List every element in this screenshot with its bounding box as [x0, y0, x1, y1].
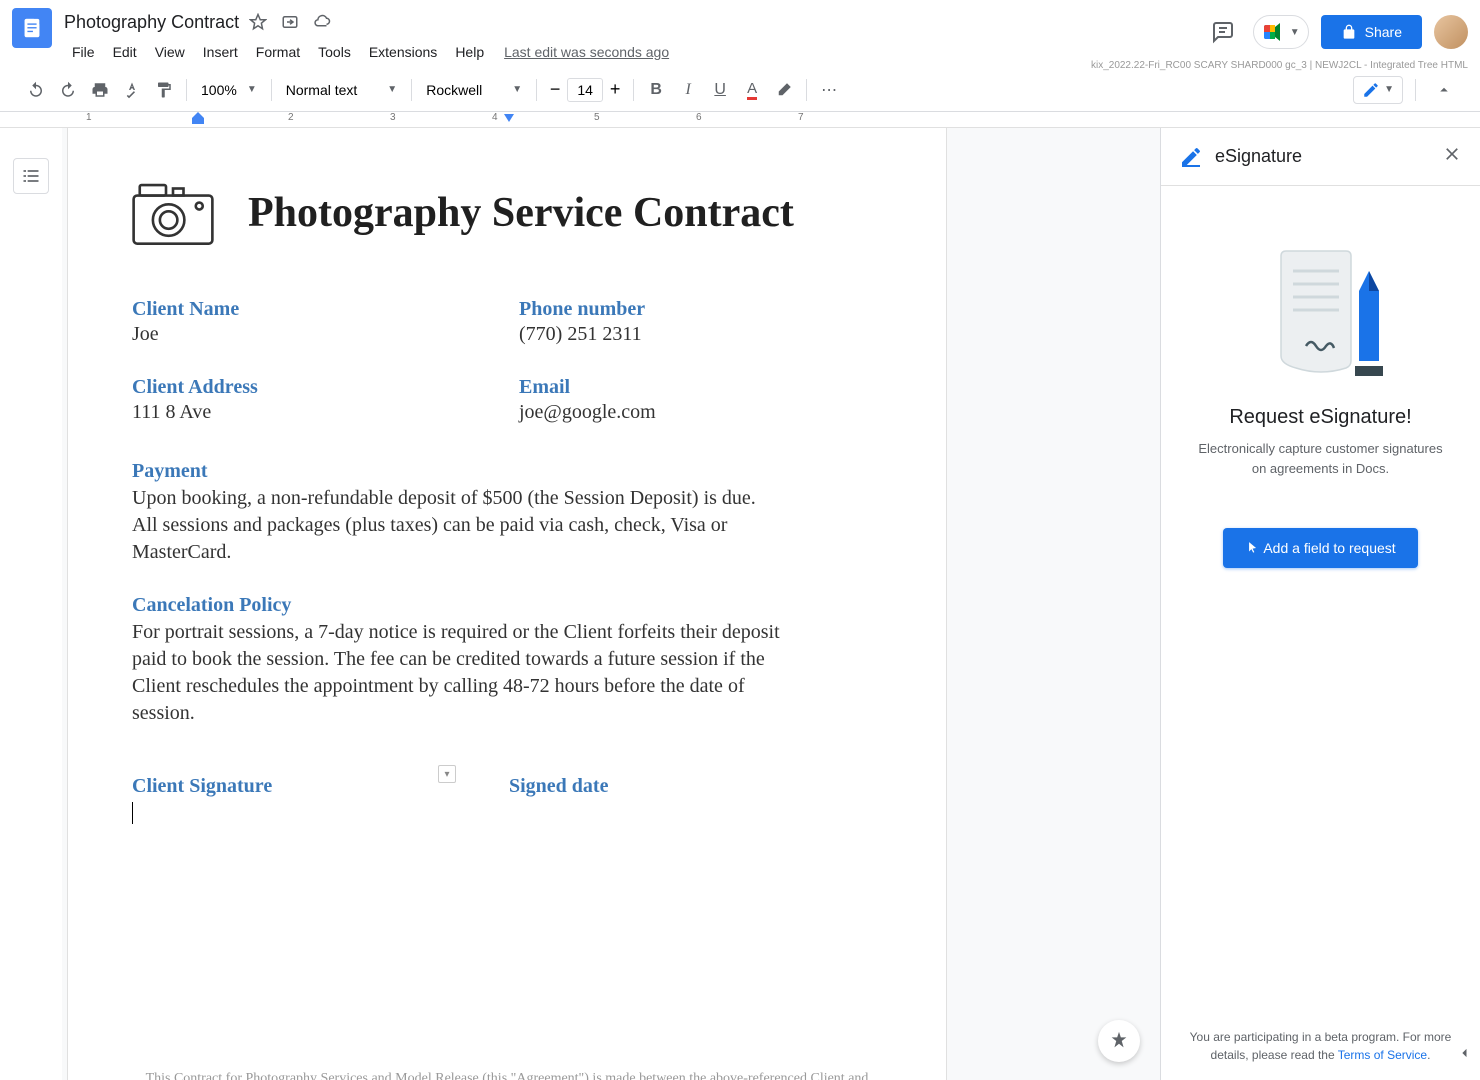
menu-bar: File Edit View Insert Format Tools Exten…: [64, 40, 1205, 64]
toolbar: 100%▼ Normal text▼ Rockwell▼ − + B I U A…: [0, 68, 1480, 112]
text-cursor: [132, 802, 133, 824]
menu-file[interactable]: File: [64, 40, 103, 64]
close-icon[interactable]: [1442, 144, 1462, 169]
client-name-label: Client Name: [132, 298, 499, 321]
panel-footer: You are participating in a beta program.…: [1161, 1012, 1480, 1080]
indent-marker-icon[interactable]: [192, 112, 204, 126]
cloud-icon[interactable]: [313, 13, 331, 31]
panel-title: eSignature: [1215, 146, 1430, 167]
chevron-down-icon: ▼: [247, 84, 257, 95]
move-icon[interactable]: [281, 13, 299, 31]
terms-link[interactable]: Terms of Service: [1338, 1048, 1427, 1062]
menu-extensions[interactable]: Extensions: [361, 40, 445, 64]
highlight-button[interactable]: [769, 75, 799, 105]
cancelation-label: Cancelation Policy: [132, 594, 886, 617]
decrease-font-button[interactable]: −: [543, 78, 567, 102]
smart-chip-dropdown[interactable]: ▾: [438, 765, 456, 783]
esignature-panel: eSignature Request eSignature! Electroni: [1160, 128, 1480, 1080]
paragraph-style-select[interactable]: Normal text▼: [278, 78, 405, 102]
star-icon[interactable]: [249, 13, 267, 31]
text-color-button[interactable]: A: [737, 75, 767, 105]
menu-tools[interactable]: Tools: [310, 40, 359, 64]
menu-help[interactable]: Help: [447, 40, 492, 64]
paint-format-button[interactable]: [149, 75, 179, 105]
document-scroll-area[interactable]: Photography Service Contract Client Name…: [62, 128, 1160, 1080]
chevron-down-icon: ▼: [1290, 27, 1300, 38]
zoom-select[interactable]: 100%▼: [193, 78, 265, 102]
spellcheck-button[interactable]: [117, 75, 147, 105]
esignature-icon: [1179, 145, 1203, 169]
chevron-down-icon: ▼: [387, 84, 397, 95]
increase-font-button[interactable]: +: [603, 78, 627, 102]
chevron-down-icon: ▼: [512, 84, 522, 95]
payment-label: Payment: [132, 460, 886, 483]
promo-title: Request eSignature!: [1229, 406, 1411, 429]
more-options-button[interactable]: ⋯: [814, 75, 844, 105]
user-avatar[interactable]: [1434, 15, 1468, 49]
add-field-button[interactable]: Add a field to request: [1223, 528, 1417, 568]
phone-value: (770) 251 2311: [519, 323, 886, 346]
redo-button[interactable]: [53, 75, 83, 105]
meet-button[interactable]: ▼: [1253, 15, 1309, 49]
undo-button[interactable]: [21, 75, 51, 105]
menu-insert[interactable]: Insert: [195, 40, 246, 64]
share-label: Share: [1365, 24, 1402, 40]
cancelation-body: For portrait sessions, a 7-day notice is…: [132, 619, 782, 727]
share-button[interactable]: Share: [1321, 15, 1422, 49]
docs-logo[interactable]: [12, 8, 52, 48]
horizontal-ruler[interactable]: 1 2 3 4 5 6 7: [68, 112, 946, 127]
client-name-value: Joe: [132, 323, 499, 346]
camera-icon: [128, 178, 218, 248]
outline-toggle-button[interactable]: [13, 158, 49, 194]
indent-marker-icon[interactable]: [504, 114, 514, 124]
document-main-title: Photography Service Contract: [248, 189, 794, 237]
footer-text: This Contract for Photography Services a…: [128, 1069, 886, 1080]
collapse-toolbar-button[interactable]: [1429, 75, 1459, 105]
document-page[interactable]: Photography Service Contract Client Name…: [68, 128, 946, 1080]
signed-date-label: Signed date: [509, 775, 886, 798]
menu-edit[interactable]: Edit: [105, 40, 145, 64]
address-label: Client Address: [132, 376, 499, 399]
email-value: joe@google.com: [519, 401, 886, 424]
payment-body: Upon booking, a non-refundable deposit o…: [132, 485, 782, 566]
email-label: Email: [519, 376, 886, 399]
bold-button[interactable]: B: [641, 75, 671, 105]
font-size-input[interactable]: [567, 78, 603, 102]
print-button[interactable]: [85, 75, 115, 105]
italic-button[interactable]: I: [673, 75, 703, 105]
cursor-icon: [1245, 540, 1259, 556]
debug-info: kix_2022.22-Fri_RC00 SCARY SHARD000 gc_3…: [1091, 60, 1468, 71]
promo-description: Electronically capture customer signatur…: [1191, 439, 1450, 478]
menu-view[interactable]: View: [147, 40, 193, 64]
phone-label: Phone number: [519, 298, 886, 321]
explore-button[interactable]: [1098, 1020, 1140, 1062]
promo-illustration: [1251, 246, 1391, 386]
lock-icon: [1341, 24, 1357, 40]
collapse-side-icon[interactable]: [1454, 1043, 1474, 1068]
underline-button[interactable]: U: [705, 75, 735, 105]
menu-format[interactable]: Format: [248, 40, 308, 64]
address-value: 111 8 Ave: [132, 401, 499, 424]
pencil-icon: [1362, 81, 1380, 99]
chevron-down-icon: ▼: [1384, 84, 1394, 95]
font-select[interactable]: Rockwell▼: [418, 78, 530, 102]
editing-mode-button[interactable]: ▼: [1353, 76, 1403, 104]
comments-icon[interactable]: [1205, 14, 1241, 50]
last-edit-link[interactable]: Last edit was seconds ago: [504, 44, 669, 60]
document-title[interactable]: Photography Contract: [64, 12, 239, 33]
